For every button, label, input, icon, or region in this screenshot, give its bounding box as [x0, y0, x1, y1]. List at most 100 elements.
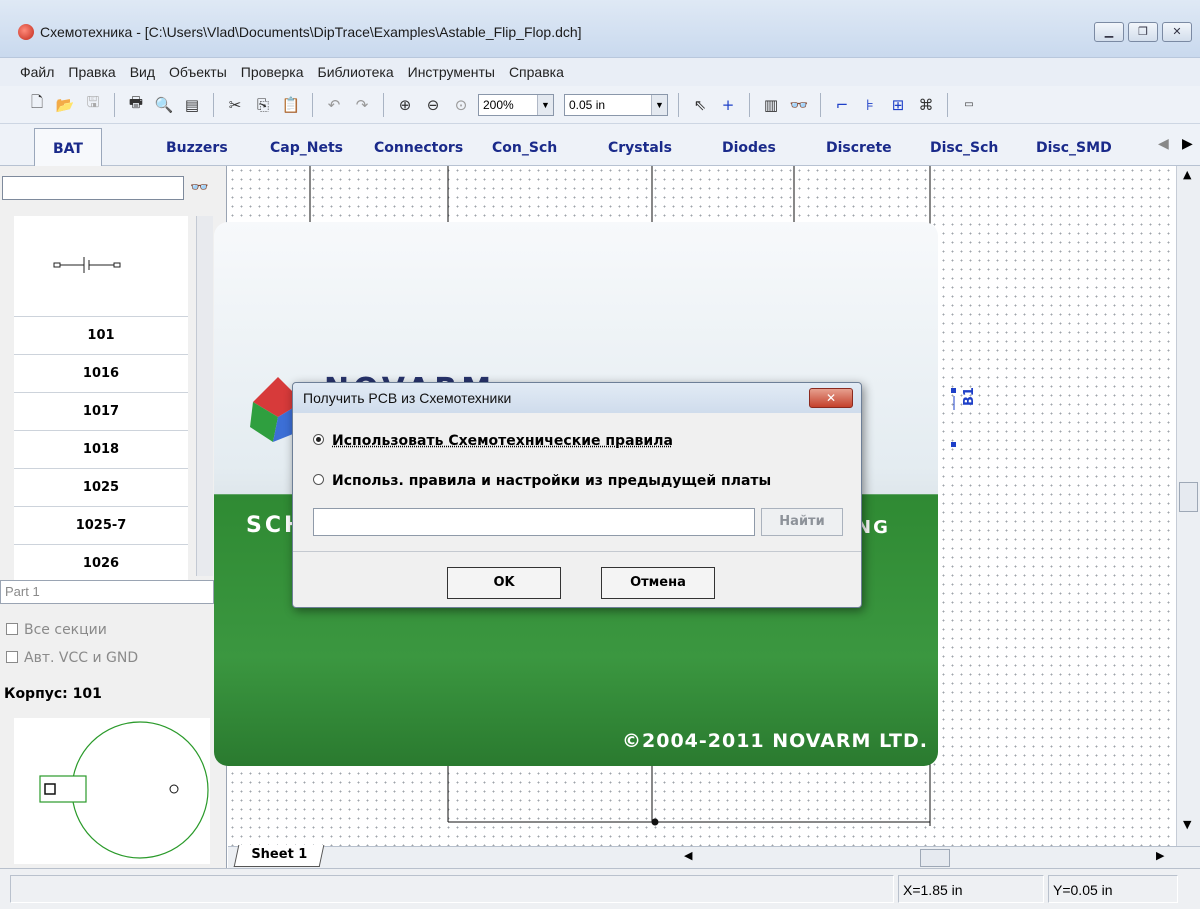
tab-disc-sch[interactable]: Disc_Sch — [930, 140, 998, 156]
menu-verification[interactable]: Проверка — [241, 64, 304, 80]
list-item[interactable]: 101 — [14, 317, 188, 355]
paste-icon[interactable]: 📋 — [280, 94, 302, 116]
cut-icon[interactable]: ✂ — [224, 94, 246, 116]
close-icon: ✕ — [1172, 25, 1182, 38]
option-schematic-rules[interactable]: Использовать Схемотехнические правила — [313, 433, 673, 449]
menu-edit[interactable]: Правка — [68, 64, 115, 80]
horizontal-scroll-thumb[interactable] — [920, 849, 950, 867]
toolbar-divider — [383, 92, 384, 117]
tab-bat[interactable]: BAT — [34, 128, 102, 166]
save-icon[interactable]: 🖫 — [82, 93, 104, 116]
footprint-preview — [14, 718, 210, 864]
minimize-icon: ▁ — [1104, 25, 1114, 38]
part-editor-icon[interactable]: ⌘ — [915, 94, 937, 116]
toolbar-divider — [820, 92, 821, 117]
menu-file[interactable]: Файл — [20, 64, 54, 80]
auto-vcc-gnd-checkbox[interactable]: Авт. VCC и GND — [6, 650, 138, 666]
find-icon[interactable]: 👓 — [788, 94, 810, 116]
grid-value: 0.05 in — [569, 97, 606, 112]
toolbar-divider — [213, 92, 214, 117]
find-button[interactable]: Найти — [761, 508, 843, 536]
menu-tools[interactable]: Инструменты — [408, 64, 495, 80]
diptrace-app-icon — [18, 24, 34, 40]
copy-icon[interactable]: ⎘ — [252, 94, 274, 116]
menu-help[interactable]: Справка — [509, 64, 564, 80]
new-icon[interactable]: 🗋 — [26, 93, 48, 116]
option-schematic-rules-label: Использовать Схемотехнические правила — [332, 433, 673, 449]
tab-disc-smd[interactable]: Disc_SMD — [1036, 140, 1112, 156]
list-item[interactable]: 1017 — [14, 393, 188, 431]
tab-crystals[interactable]: Crystals — [608, 140, 672, 156]
list-item[interactable]: 1025 — [14, 469, 188, 507]
list-item[interactable]: 1026 — [14, 545, 188, 583]
zoom-combo[interactable]: 200% ▼ — [478, 93, 554, 116]
tab-con-sch[interactable]: Con_Sch — [492, 140, 557, 156]
tab-discrete[interactable]: Discrete — [826, 140, 892, 156]
list-item[interactable]: 1025-7 — [14, 507, 188, 545]
print-preview-icon[interactable]: 🔍 — [153, 94, 175, 116]
tab-scroll-right-icon[interactable]: ▶ — [1182, 136, 1193, 152]
library-tabs: BAT Buzzers Cap_Nets Connectors Con_Sch … — [0, 124, 1200, 166]
list-item[interactable]: 1018 — [14, 431, 188, 469]
zoom-fit-icon[interactable]: ⊙ — [450, 94, 472, 116]
tab-buzzers[interactable]: Buzzers — [166, 140, 228, 156]
binoculars-icon[interactable]: 👓 — [190, 178, 209, 196]
toolbar-divider — [749, 92, 750, 117]
sheet-tab[interactable]: Sheet 1 — [233, 845, 325, 867]
scroll-thumb[interactable] — [1179, 482, 1198, 512]
auto-vcc-gnd-label: Авт. VCC и GND — [24, 650, 139, 666]
menu-library[interactable]: Библиотека — [318, 64, 394, 80]
status-x: X=1.85 in — [898, 875, 1044, 903]
status-message — [10, 875, 894, 903]
report-icon[interactable]: ▤ — [181, 94, 203, 116]
list-item[interactable]: 1016 — [14, 355, 188, 393]
tab-cap-nets[interactable]: Cap_Nets — [270, 140, 343, 156]
scroll-up-icon[interactable]: ▲ — [1183, 168, 1191, 181]
undo-icon[interactable]: ↶ — [323, 94, 345, 116]
net-icon[interactable]: ⌐ — [831, 94, 853, 116]
tab-diodes[interactable]: Diodes — [722, 140, 776, 156]
pointer-icon[interactable]: ⇖ — [689, 94, 711, 116]
component-search-input[interactable] — [2, 176, 184, 200]
component-icon[interactable]: ▥ — [760, 94, 782, 116]
board-file-input[interactable] — [313, 508, 755, 536]
bus-icon[interactable]: ⊧ — [859, 94, 881, 116]
place-wire-icon[interactable]: + — [717, 94, 739, 116]
scroll-right-icon[interactable]: ▶ — [1156, 849, 1164, 862]
restore-button[interactable]: ❐ — [1128, 22, 1158, 42]
chevron-down-icon: ▼ — [651, 94, 667, 115]
footprint-icon — [39, 721, 209, 859]
scroll-left-icon[interactable]: ◀ — [684, 849, 692, 862]
zoom-out-icon[interactable]: ⊖ — [422, 94, 444, 116]
tab-scroll-left-icon[interactable]: ◀ — [1158, 136, 1169, 152]
part-select[interactable]: Part 1 — [0, 580, 214, 604]
all-sections-checkbox[interactable]: Все секции — [6, 622, 107, 638]
checkbox-icon — [6, 651, 18, 663]
open-icon[interactable]: 📂 — [54, 94, 76, 116]
parts-scrollbar[interactable] — [196, 216, 213, 576]
close-button[interactable]: ✕ — [1162, 22, 1192, 42]
menu-view[interactable]: Вид — [130, 64, 155, 80]
hierarchy-icon[interactable]: ⊞ — [887, 94, 909, 116]
cancel-button[interactable]: Отмена — [601, 567, 715, 599]
redo-icon[interactable]: ↷ — [351, 94, 373, 116]
scroll-down-icon[interactable]: ▼ — [1183, 818, 1191, 831]
restore-icon: ❐ — [1138, 25, 1148, 38]
option-previous-board-rules[interactable]: Использ. правила и настройки из предыдущ… — [313, 473, 771, 489]
grid-combo[interactable]: 0.05 in ▼ — [564, 93, 668, 116]
dialog-close-button[interactable]: ✕ — [809, 388, 853, 408]
canvas-vertical-scrollbar[interactable]: ▲ ▼ — [1176, 166, 1200, 846]
zoom-in-icon[interactable]: ⊕ — [394, 94, 416, 116]
toolbar-divider — [947, 92, 948, 117]
ok-button[interactable]: OK — [447, 567, 561, 599]
tab-connectors[interactable]: Connectors — [374, 140, 463, 156]
splash-copyright: ©2004-2011 NOVARM LTD. — [622, 730, 928, 752]
print-icon[interactable]: 🖶 — [125, 93, 147, 116]
component-ref-label[interactable]: B1 — [962, 387, 977, 406]
minimize-button[interactable]: ▁ — [1094, 22, 1124, 42]
all-sections-label: Все секции — [24, 622, 107, 638]
ic-icon[interactable]: ▭ — [958, 94, 980, 116]
menu-objects[interactable]: Объекты — [169, 64, 227, 80]
radio-icon — [313, 474, 324, 485]
title-bar: Схемотехника - [C:\Users\Vlad\Documents\… — [0, 0, 1200, 58]
